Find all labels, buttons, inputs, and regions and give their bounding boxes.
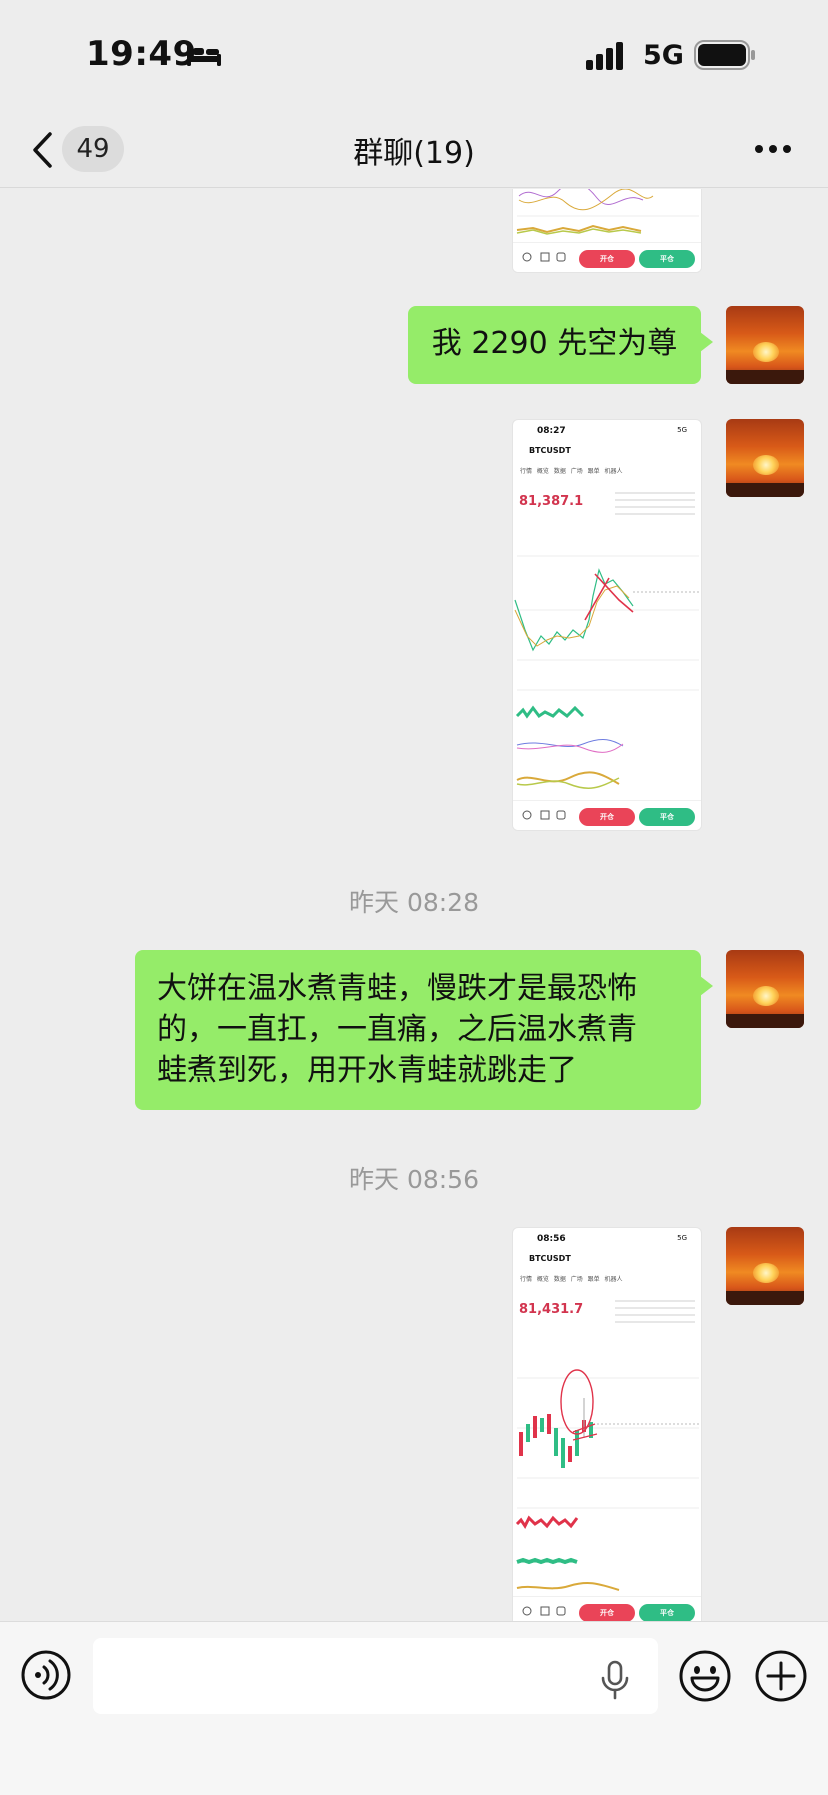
voice-icon[interactable] [20, 1649, 72, 1701]
signal-icon [586, 42, 623, 70]
status-time: 19:49 [86, 34, 197, 74]
screenshot-time: 08:27 [537, 426, 566, 436]
trade-bar: 开仓 平仓 [513, 800, 701, 830]
image-message[interactable]: 08:27 5G BTCUSDT 行情 概览 数据 广场 跟单 机器人 81,3… [512, 419, 702, 831]
message-text-line: 的，一直扛，一直痛，之后温水煮青 [157, 1012, 637, 1047]
more-dots-icon[interactable] [748, 132, 798, 166]
message-text: 我 2290 先空为尊 [431, 326, 678, 361]
screenshot-price: 81,387.1 [519, 494, 584, 509]
battery-icon [694, 40, 755, 70]
toolbar-icons [522, 810, 566, 820]
open-position-button: 开仓 [579, 250, 635, 268]
chart-thumbnail [514, 555, 699, 790]
user-avatar[interactable] [726, 419, 804, 497]
chart-thumbnail [515, 1369, 699, 1591]
status-bar: 19:49 5G [0, 0, 828, 110]
emoji-icon[interactable] [678, 1649, 732, 1703]
chat-header: 49 群聊(19) [0, 110, 828, 188]
chart-thumbnail [516, 189, 699, 235]
screenshot-time: 08:56 [537, 1234, 566, 1244]
open-position-button: 开仓 [579, 1604, 635, 1621]
open-position-button: 开仓 [579, 808, 635, 826]
screenshot-pair: BTCUSDT [529, 446, 571, 455]
network-label: 5G [643, 40, 684, 71]
close-position-button: 平仓 [639, 250, 695, 268]
message-text-line: 大饼在温水煮青蛙，慢跌才是最恐怖 [157, 971, 637, 1006]
close-position-button: 平仓 [639, 1604, 695, 1621]
message-text-line: 蛙煮到死，用开水青蛙就跳走了 [157, 1053, 577, 1088]
user-avatar[interactable] [726, 1227, 804, 1305]
image-message[interactable]: 开仓 平仓 [512, 189, 702, 273]
message-timestamp: 昨天 08:28 [349, 888, 479, 917]
screenshot-stats [615, 1300, 695, 1328]
chat-title: 群聊(19) [353, 136, 475, 171]
screenshot-price: 81,431.7 [519, 1302, 584, 1317]
input-bar [0, 1621, 828, 1795]
trade-bar: 开仓 平仓 [513, 1596, 701, 1621]
message-text: 大饼在温水煮青蛙，慢跌才是最恐怖 的，一直扛，一直痛，之后温水煮青 蛙煮到死，用… [135, 950, 701, 1109]
bed-icon [187, 46, 221, 66]
text-message-bubble[interactable]: 我 2290 先空为尊 [408, 306, 713, 384]
user-avatar[interactable] [726, 950, 804, 1028]
screenshot-tabs: 行情 概览 数据 广场 跟单 机器人 [520, 468, 623, 475]
close-position-button: 平仓 [639, 808, 695, 826]
trade-bar: 开仓 平仓 [513, 242, 701, 272]
toolbar-icons [522, 1606, 566, 1616]
toolbar-icons [522, 252, 566, 262]
screenshot-tabs: 行情 概览 数据 广场 跟单 机器人 [520, 1276, 623, 1283]
plus-icon[interactable] [754, 1649, 808, 1703]
message-timestamp: 昨天 08:56 [349, 1165, 479, 1194]
message-list[interactable]: 开仓 平仓 我 2290 先空为尊 08:27 5G BTCUSDT 行情 概览… [0, 189, 828, 1621]
mic-icon[interactable] [598, 1660, 632, 1700]
image-message[interactable]: 08:56 5G BTCUSDT 行情 概览 数据 广场 跟单 机器人 81,4… [512, 1227, 702, 1621]
message-input[interactable] [93, 1638, 658, 1714]
screenshot-network: 5G [677, 426, 687, 434]
screenshot-network: 5G [677, 1234, 687, 1242]
screenshot-stats [615, 492, 695, 520]
screenshot-pair: BTCUSDT [529, 1254, 571, 1263]
text-message-bubble[interactable]: 大饼在温水煮青蛙，慢跌才是最恐怖 的，一直扛，一直痛，之后温水煮青 蛙煮到死，用… [135, 950, 713, 1110]
user-avatar[interactable] [726, 306, 804, 384]
